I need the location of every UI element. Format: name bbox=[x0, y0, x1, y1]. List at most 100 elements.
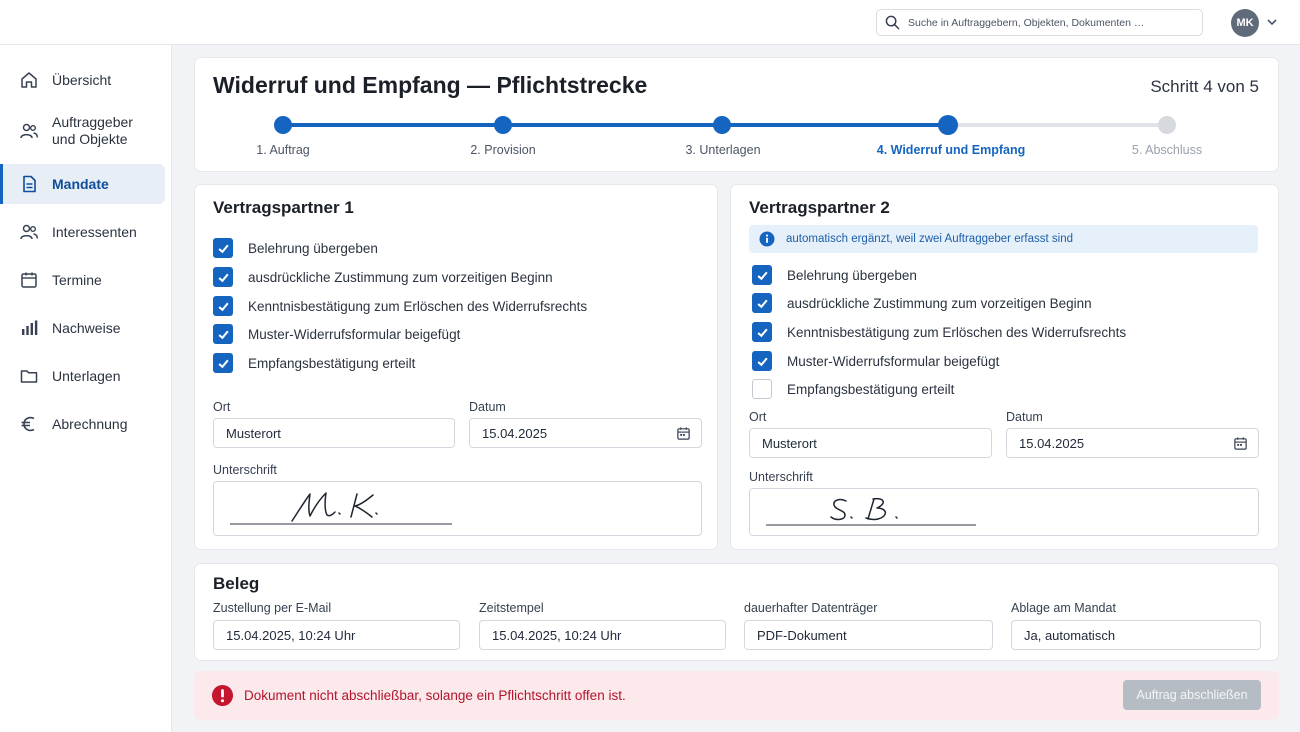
checkbox-label: ausdrückliche Zustimmung zum vorzeitigen… bbox=[787, 295, 1092, 311]
checkbox-label: Muster-Widerrufsformular beigefügt bbox=[248, 326, 461, 342]
sidebar-item-interessenten[interactable]: Interessenten bbox=[0, 215, 165, 249]
ablage-field[interactable]: Ja, automatisch bbox=[1011, 620, 1261, 650]
signature-drawing bbox=[230, 492, 452, 525]
checkbox[interactable] bbox=[213, 324, 233, 344]
checkbox[interactable] bbox=[213, 238, 233, 258]
calendar-icon[interactable] bbox=[1233, 436, 1248, 451]
sidebar-item-label: Abrechnung bbox=[52, 415, 128, 432]
zeitstempel-field[interactable]: 15.04.2025, 10:24 Uhr bbox=[479, 620, 726, 650]
sidebar-item-mandate[interactable]: Mandate bbox=[0, 164, 165, 204]
datum-label: Datum bbox=[469, 400, 506, 414]
check-icon bbox=[757, 328, 768, 337]
sidebar-item-label: Termine bbox=[52, 271, 102, 288]
step-label-3[interactable]: 3. Unterlagen bbox=[685, 143, 760, 157]
sidebar-item-uebersicht[interactable]: Übersicht bbox=[0, 63, 165, 97]
partner1-check-muster[interactable]: Muster-Widerrufsformular beigefügt bbox=[213, 324, 460, 344]
avatar[interactable]: MK bbox=[1231, 9, 1259, 37]
top-bar: Suche in Auftraggebern, Objekten, Dokume… bbox=[0, 0, 1300, 45]
step-label-4[interactable]: 4. Widerruf und Empfang bbox=[877, 143, 1026, 157]
check-icon bbox=[757, 271, 768, 280]
check-icon bbox=[218, 302, 229, 311]
ort-value: Musterort bbox=[226, 425, 281, 441]
beleg-title: Beleg bbox=[213, 574, 260, 593]
partner2-title: Vertragspartner 2 bbox=[749, 198, 890, 217]
checkbox[interactable] bbox=[213, 296, 233, 316]
check-icon bbox=[757, 357, 768, 366]
check-icon bbox=[218, 273, 229, 282]
checkbox-label: Empfangsbestätigung erteilt bbox=[248, 355, 416, 371]
error-text: Dokument nicht abschließbar, solange ein… bbox=[244, 688, 626, 703]
checkbox[interactable] bbox=[752, 351, 772, 371]
checkbox-label: Empfangsbestätigung erteilt bbox=[787, 381, 955, 397]
checkbox[interactable] bbox=[752, 293, 772, 313]
partner1-check-empfang[interactable]: Empfangsbestätigung erteilt bbox=[213, 353, 415, 373]
beleg-card: Beleg Zustellung per E-Mail 15.04.2025, … bbox=[194, 563, 1279, 661]
sidebar-item-label: Auftraggeber und Objekte bbox=[52, 114, 133, 147]
step-dot-2[interactable] bbox=[494, 116, 512, 134]
step-dot-4[interactable] bbox=[938, 115, 958, 135]
partner2-check-belehrung[interactable]: Belehrung übergeben bbox=[752, 265, 917, 285]
partner2-check-empfang[interactable]: Empfangsbestätigung erteilt bbox=[752, 379, 954, 399]
progress-remaining bbox=[948, 123, 1159, 127]
finish-button[interactable]: Auftrag abschließen bbox=[1123, 680, 1261, 710]
wizard-header: Widerruf und Empfang — Pflichtstrecke Sc… bbox=[194, 57, 1279, 172]
datentraeger-field[interactable]: PDF-Dokument bbox=[744, 620, 993, 650]
search-placeholder: Suche in Auftraggebern, Objekten, Dokume… bbox=[908, 16, 1145, 29]
ort-field[interactable]: Musterort bbox=[749, 428, 992, 458]
checkbox[interactable] bbox=[752, 322, 772, 342]
home-icon bbox=[21, 72, 37, 88]
zustellung-value: 15.04.2025, 10:24 Uhr bbox=[226, 627, 356, 643]
step-label-1[interactable]: 1. Auftrag bbox=[256, 143, 310, 157]
ort-value: Musterort bbox=[762, 435, 817, 451]
progress-done bbox=[283, 123, 948, 127]
zeitstempel-label: Zeitstempel bbox=[479, 601, 544, 615]
sidebar-item-abrechnung[interactable]: Abrechnung bbox=[0, 407, 165, 441]
signature-label: Unterschrift bbox=[749, 470, 813, 484]
step-label-2[interactable]: 2. Provision bbox=[470, 143, 535, 157]
step-dot-1[interactable] bbox=[274, 116, 292, 134]
checkbox-label: Belehrung übergeben bbox=[787, 267, 917, 283]
checkbox[interactable] bbox=[752, 379, 772, 399]
ablage-label: Ablage am Mandat bbox=[1011, 601, 1116, 615]
sidebar-item-nachweise[interactable]: Nachweise bbox=[0, 311, 165, 345]
step-dot-3[interactable] bbox=[713, 116, 731, 134]
partner1-check-belehrung[interactable]: Belehrung übergeben bbox=[213, 238, 378, 258]
partner1-check-kenntnis[interactable]: Kenntnisbestätigung zum Erlöschen des Wi… bbox=[213, 296, 587, 316]
info-text: automatisch ergänzt, weil zwei Auftragge… bbox=[786, 233, 1074, 245]
signature-pad[interactable] bbox=[749, 488, 1259, 536]
chevron-down-icon[interactable] bbox=[1266, 16, 1278, 28]
signature-drawing bbox=[766, 497, 976, 526]
partner1-check-zustimmung[interactable]: ausdrückliche Zustimmung zum vorzeitigen… bbox=[213, 267, 553, 287]
sidebar-item-label: Übersicht bbox=[52, 71, 112, 88]
sidebar-item-label: Mandate bbox=[52, 175, 109, 192]
ablage-value: Ja, automatisch bbox=[1024, 627, 1116, 643]
sidebar-item-unterlagen[interactable]: Unterlagen bbox=[0, 359, 165, 393]
partner2-check-zustimmung[interactable]: ausdrückliche Zustimmung zum vorzeitigen… bbox=[752, 293, 1092, 313]
signature-pad[interactable] bbox=[213, 481, 702, 536]
ort-field[interactable]: Musterort bbox=[213, 418, 455, 448]
checkbox[interactable] bbox=[752, 265, 772, 285]
sidebar-item-auftraggeber[interactable]: Auftraggeber und Objekte bbox=[0, 109, 165, 153]
partner1-card: Vertragspartner 1 Belehrung übergeben au… bbox=[194, 184, 718, 550]
check-icon bbox=[218, 359, 229, 368]
info-icon bbox=[759, 231, 775, 247]
step-counter: Schritt 4 von 5 bbox=[1150, 77, 1259, 96]
calendar-icon[interactable] bbox=[676, 426, 691, 441]
ort-label: Ort bbox=[749, 410, 767, 424]
checkbox-label: Muster-Widerrufsformular beigefügt bbox=[787, 353, 1000, 369]
checkbox-label: ausdrückliche Zustimmung zum vorzeitigen… bbox=[248, 269, 553, 285]
partner2-check-kenntnis[interactable]: Kenntnisbestätigung zum Erlöschen des Wi… bbox=[752, 322, 1126, 342]
checkbox-label: Kenntnisbestätigung zum Erlöschen des Wi… bbox=[787, 324, 1127, 340]
datum-field[interactable]: 15.04.2025 bbox=[1006, 428, 1259, 458]
search-input[interactable]: Suche in Auftraggebern, Objekten, Dokume… bbox=[876, 9, 1203, 36]
zustellung-field[interactable]: 15.04.2025, 10:24 Uhr bbox=[213, 620, 460, 650]
signature-label: Unterschrift bbox=[213, 463, 277, 477]
partner2-check-muster[interactable]: Muster-Widerrufsformular beigefügt bbox=[752, 351, 999, 371]
checkbox[interactable] bbox=[213, 267, 233, 287]
sidebar-item-label: Interessenten bbox=[52, 223, 137, 240]
checkbox[interactable] bbox=[213, 353, 233, 373]
datum-field[interactable]: 15.04.2025 bbox=[469, 418, 702, 448]
sidebar-item-termine[interactable]: Termine bbox=[0, 263, 165, 297]
partner1-title: Vertragspartner 1 bbox=[213, 198, 354, 217]
datum-value: 15.04.2025 bbox=[482, 425, 548, 441]
